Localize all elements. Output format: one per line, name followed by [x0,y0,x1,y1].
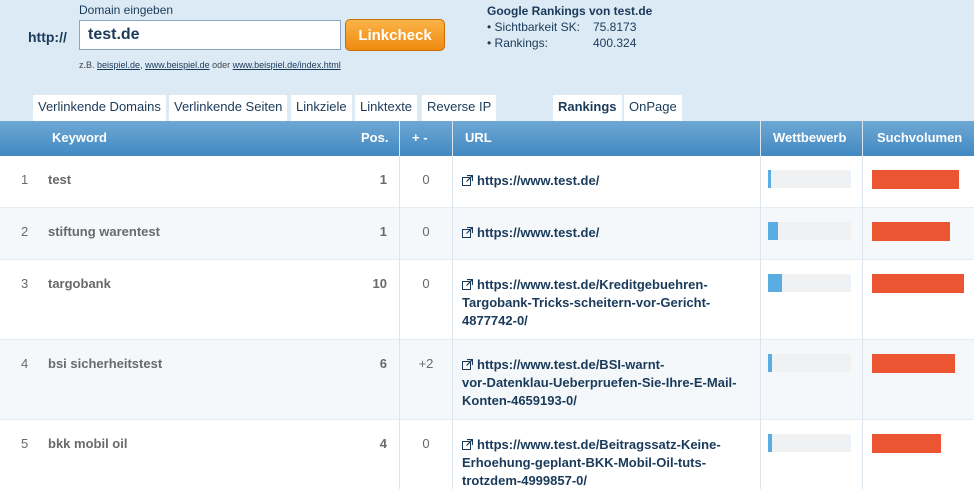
visibility-value: 75.8173 [593,20,637,34]
url-link[interactable]: https://www.test.de/Beitragssatz-Keine- E… [462,436,721,489]
volume-bar [872,170,960,189]
pos-cell: 10 [372,276,387,291]
row-number: 3 [21,276,29,291]
external-link-icon[interactable] [462,277,474,290]
table-row: 1 test 1 0 https://www.test.de/ [0,156,974,208]
column-divider [760,121,761,489]
col-change[interactable]: + - [412,121,428,156]
keyword-cell: bkk mobil oil [48,436,128,451]
competition-bar-fill [768,170,771,188]
http-prefix: http:// [28,29,67,45]
table-row: 4 bsi sicherheitstest 6 +2 https://www.test.… [0,340,974,420]
rankings-label: • Rankings: [487,36,548,50]
linkcheck-button[interactable]: Linkcheck [345,19,445,51]
url-line[interactable]: 4877742-0/ [462,313,528,328]
row-number: 5 [21,436,29,451]
col-pos[interactable]: Pos. [361,121,388,156]
pos-cell: 1 [379,172,387,187]
pos-cell: 6 [379,356,387,371]
url-line[interactable]: https://www.test.de/Kreditgebuehren- [477,277,708,292]
url-line[interactable]: https://www.test.de/Beitragssatz-Keine- [477,437,721,452]
keyword-cell: targobank [48,276,111,291]
url-line[interactable]: Erhoehung-geplant-BKK-Mobil-Oil-tuts- [462,455,706,470]
change-cell: 0 [422,224,430,239]
tab-linktexte[interactable]: Linktexte [355,95,418,121]
example-link-3[interactable]: www.beispiel.de/index.html [233,60,341,70]
volume-bar [872,222,951,241]
external-link-icon[interactable] [462,357,474,370]
visibility-label: • Sichtbarkeit SK: [487,20,580,34]
change-cell: +2 [418,356,434,371]
rankings-value: 400.324 [593,36,637,50]
tab-reverse-ip[interactable]: Reverse IP [422,95,497,121]
volume-bar [872,274,964,293]
competition-bar-fill [768,434,773,452]
pos-cell: 4 [379,436,387,451]
keyword-cell: bsi sicherheitstest [48,356,163,371]
url-line[interactable]: Konten-4659193-0/ [462,393,577,408]
url-link[interactable]: https://www.test.de/BSI-warnt-vor-Datenk… [462,356,737,410]
change-cell: 0 [422,436,430,451]
column-divider [862,121,863,489]
pos-cell: 1 [379,224,387,239]
table-row: 5 bkk mobil oil 4 0 https://www.test.de/Beit… [0,420,974,489]
competition-bar-fill [768,274,783,292]
external-link-icon[interactable] [462,225,474,238]
competition-bar [768,354,851,372]
tab-onpage[interactable]: OnPage [624,95,682,121]
tab-verlinkende-domains[interactable]: Verlinkende Domains [33,95,166,121]
external-link-icon[interactable] [462,173,474,186]
url-line[interactable]: https://www.test.de/BSI-warnt- [477,357,664,372]
change-cell: 0 [422,276,430,291]
row-number: 2 [21,224,29,239]
volume-bar [872,434,941,453]
examples-hint: z.B. beispiel.de, www.beispiel.de oder w… [79,60,341,70]
keyword-cell: test [48,172,72,187]
url-line[interactable]: vor-Datenklau-Ueberpruefen-Sie-Ihre-E-Ma… [462,375,737,390]
domain-input[interactable] [79,20,341,50]
col-keyword[interactable]: Keyword [52,121,107,156]
col-volume[interactable]: Suchvolumen [877,121,962,156]
competition-bar [768,434,851,452]
competition-bar [768,274,851,292]
keyword-cell: stiftung warentest [48,224,160,239]
competition-bar [768,170,851,188]
volume-bar [872,354,955,373]
competition-bar-fill [768,222,778,240]
table-row: 3 targobank 10 0 https://www.test.de/Kreditg… [0,260,974,340]
col-competition[interactable]: Wettbewerb [773,121,846,156]
url-link[interactable]: https://www.test.de/ [462,172,599,190]
example-link-1[interactable]: beispiel.de [97,60,140,70]
example-link-2[interactable]: www.beispiel.de [145,60,210,70]
row-number: 4 [21,356,29,371]
rankings-summary: Google Rankings von test.de • Sichtbarke… [487,4,652,52]
domain-label: Domain eingeben [79,3,174,17]
url-link[interactable]: https://www.test.de/ [462,224,599,242]
row-number: 1 [21,172,29,187]
competition-bar [768,222,851,240]
tab-linkziele[interactable]: Linkziele [291,95,352,121]
competition-bar-fill [768,354,773,372]
column-divider [399,121,400,489]
tab-rankings[interactable]: Rankings [553,95,622,121]
url-line[interactable]: Targobank-Tricks-scheitern-vor-Gericht- [462,295,710,310]
change-cell: 0 [422,172,430,187]
url-line[interactable]: https://www.test.de/ [477,225,599,240]
external-link-icon[interactable] [462,437,474,450]
url-line[interactable]: https://www.test.de/ [477,173,599,188]
top-panel: http:// Domain eingeben Linkcheck z.B. b… [0,0,974,121]
column-divider [452,121,453,489]
table-row: 2 stiftung warentest 1 0 https://www.test.de… [0,208,974,260]
table-header: Keyword Pos. + - URL Wettbewerb Suchvolu… [0,121,974,156]
url-line[interactable]: trotzdem-4999857-0/ [462,473,587,488]
tab-verlinkende-seiten[interactable]: Verlinkende Seiten [169,95,288,121]
rankings-summary-title: Google Rankings von test.de [487,4,653,18]
col-url[interactable]: URL [465,121,492,156]
url-link[interactable]: https://www.test.de/Kreditgebuehren- Targ… [462,276,710,330]
